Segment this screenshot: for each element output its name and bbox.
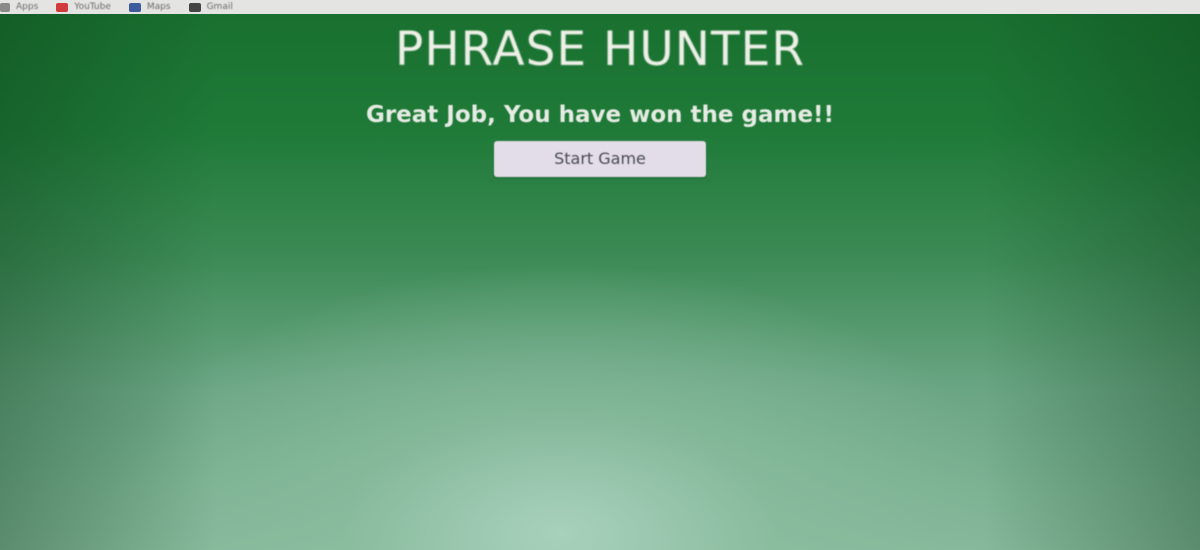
bookmark-apps[interactable]: Apps xyxy=(0,0,38,14)
gmail-icon xyxy=(188,2,201,12)
youtube-icon xyxy=(56,2,69,12)
game-over-message: Great Job, You have won the game!! xyxy=(365,102,835,128)
start-game-button[interactable]: Start Game xyxy=(494,141,706,177)
bookmark-gmail[interactable]: Gmail xyxy=(188,0,233,14)
bookmark-label: Apps xyxy=(16,2,39,12)
bookmark-label: YouTube xyxy=(74,2,111,12)
bookmark-youtube[interactable]: YouTube xyxy=(56,0,111,14)
bookmarks-bar: Apps YouTube Maps Gmail xyxy=(0,0,1200,14)
bookmark-label: Maps xyxy=(146,2,171,12)
bookmark-maps[interactable]: Maps xyxy=(128,0,171,14)
game-title: PHRASE HUNTER xyxy=(394,22,806,77)
bookmark-label: Gmail xyxy=(206,2,233,12)
apps-grid-icon xyxy=(0,2,10,12)
maps-icon xyxy=(128,2,141,12)
game-content: PHRASE HUNTER Great Job, You have won th… xyxy=(0,14,1200,177)
